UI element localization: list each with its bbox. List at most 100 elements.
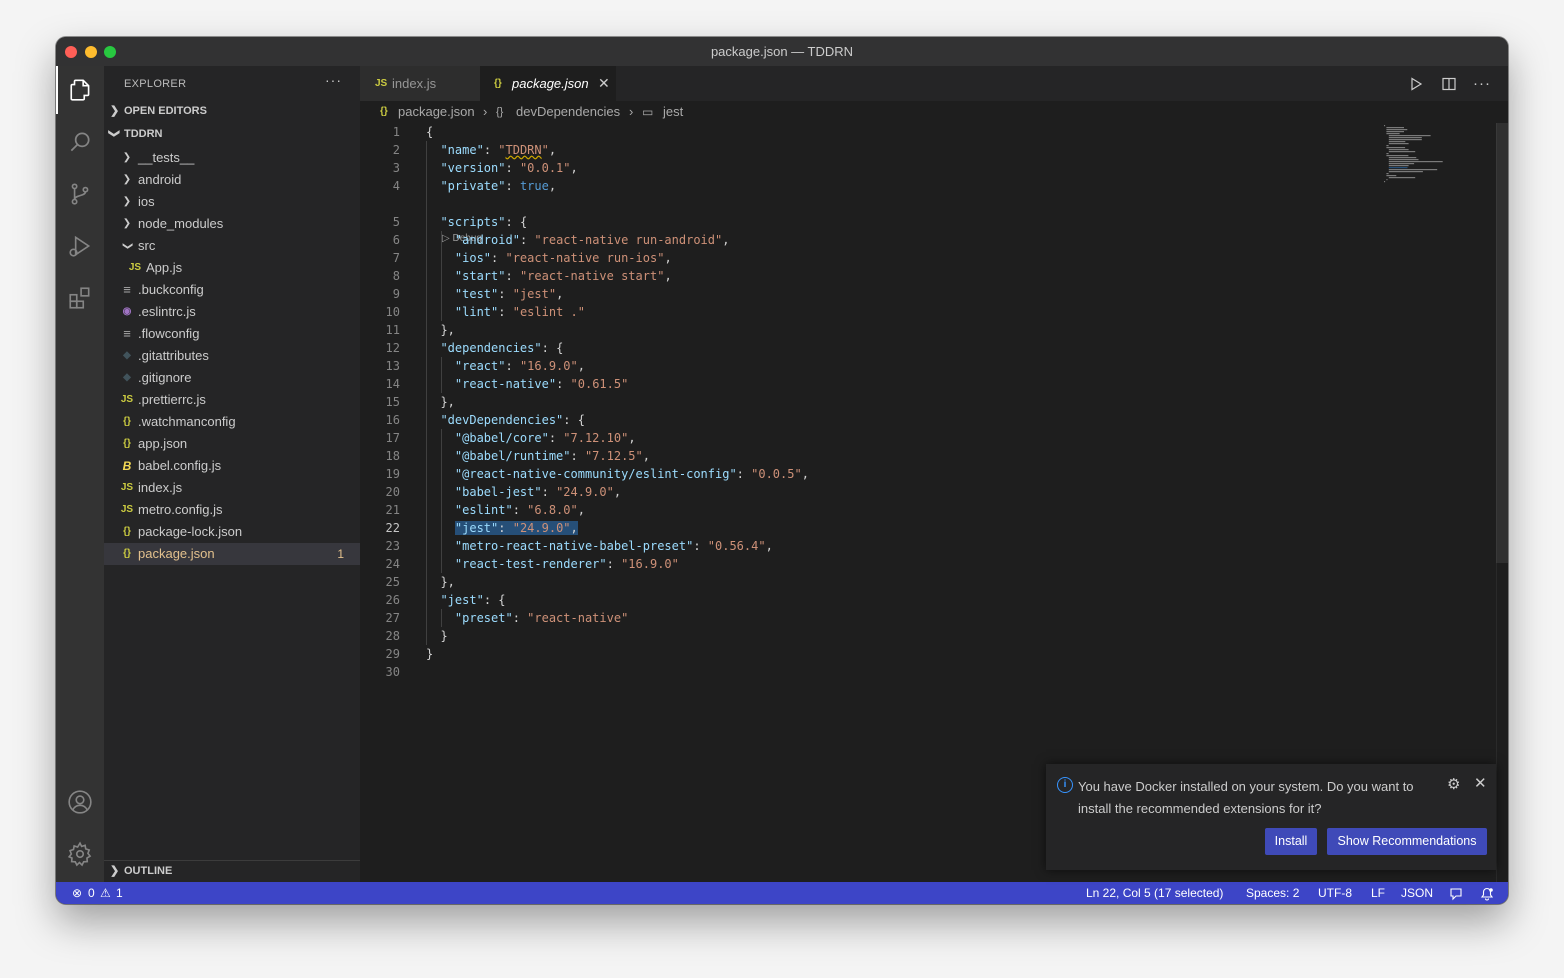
code-line[interactable]: }, bbox=[426, 321, 454, 339]
explorer-more-actions-icon[interactable]: ··· bbox=[325, 72, 342, 88]
code-line[interactable]: "ios": "react-native run-ios", bbox=[426, 249, 672, 267]
code-line[interactable]: "start": "react-native start", bbox=[426, 267, 672, 285]
code-line[interactable]: "devDependencies": { bbox=[426, 411, 585, 429]
language-mode[interactable]: JSON bbox=[1401, 882, 1433, 904]
tab-package-json[interactable]: {} package.json ✕ bbox=[480, 66, 616, 101]
code-line[interactable]: "jest": "24.9.0", bbox=[426, 519, 578, 537]
tree-item-gitattributes[interactable]: ◆ .gitattributes bbox=[104, 345, 360, 367]
more-actions-icon[interactable]: ··· bbox=[1473, 66, 1491, 101]
minimap-line bbox=[1386, 147, 1406, 149]
end-of-line[interactable]: LF bbox=[1371, 882, 1385, 904]
code-line[interactable]: } bbox=[426, 627, 447, 645]
minimap-line bbox=[1388, 165, 1409, 167]
breadcrumb-item-package-json[interactable]: package.json bbox=[398, 101, 475, 123]
code-line[interactable]: "name": "TDDRN", bbox=[426, 141, 556, 159]
encoding[interactable]: UTF-8 bbox=[1318, 882, 1352, 904]
code-line[interactable]: "preset": "react-native" bbox=[426, 609, 628, 627]
code-line[interactable]: "test": "jest", bbox=[426, 285, 563, 303]
close-tab-icon[interactable]: ✕ bbox=[598, 66, 610, 101]
tree-item-gitignore[interactable]: ◆ .gitignore bbox=[104, 367, 360, 389]
outline-section[interactable]: ❯ OUTLINE bbox=[104, 860, 360, 883]
breadcrumb-item-jest[interactable]: jest bbox=[663, 101, 683, 123]
source-control-icon[interactable] bbox=[56, 170, 104, 218]
notifications-bell-icon[interactable] bbox=[1480, 882, 1494, 904]
code-line[interactable]: "version": "0.0.1", bbox=[426, 159, 577, 177]
tab-index-js[interactable]: JS index.js bbox=[360, 66, 480, 101]
tree-item-flowconfig[interactable]: ≡ .flowconfig bbox=[104, 323, 360, 345]
code-line[interactable]: "eslint": "6.8.0", bbox=[426, 501, 585, 519]
code-line[interactable]: "@react-native-community/eslint-config":… bbox=[426, 465, 809, 483]
run-debug-icon[interactable] bbox=[56, 222, 104, 270]
chevron-right-icon: ❯ bbox=[122, 152, 132, 163]
run-icon[interactable] bbox=[1408, 66, 1424, 101]
notification-close-icon[interactable]: ✕ bbox=[1474, 774, 1487, 792]
chevron-right-icon: ❯ bbox=[122, 174, 132, 185]
vertical-scrollbar-thumb[interactable] bbox=[1496, 123, 1508, 563]
code-line[interactable]: }, bbox=[426, 393, 454, 411]
tree-item-prettierrc-js[interactable]: JS .prettierrc.js bbox=[104, 389, 360, 411]
tree-item-app-json[interactable]: {} app.json bbox=[104, 433, 360, 455]
tree-item-package-lock-json[interactable]: {} package-lock.json bbox=[104, 521, 360, 543]
code-line[interactable]: "android": "react-native run-android", bbox=[426, 231, 730, 249]
code-line[interactable]: "scripts": { bbox=[426, 213, 527, 231]
minimap-line bbox=[1388, 167, 1408, 169]
show-recommendations-button[interactable]: Show Recommendations bbox=[1327, 828, 1487, 855]
code-line[interactable]: "react": "16.9.0", bbox=[426, 357, 585, 375]
code-line[interactable]: "lint": "eslint ." bbox=[426, 303, 585, 321]
minimap-line bbox=[1384, 125, 1386, 127]
javascript-file-icon: JS bbox=[375, 78, 388, 89]
extensions-icon[interactable] bbox=[56, 274, 104, 322]
code-line[interactable]: } bbox=[426, 645, 433, 663]
tree-item-node-modules[interactable]: ❯ node_modules bbox=[104, 213, 360, 235]
install-button[interactable]: Install bbox=[1265, 828, 1317, 855]
manage-gear-icon[interactable] bbox=[56, 830, 104, 878]
minimap-line bbox=[1386, 155, 1409, 157]
code-line[interactable]: "metro-react-native-babel-preset": "0.56… bbox=[426, 537, 773, 555]
tree-item-eslintrc-js[interactable]: ◉ .eslintrc.js bbox=[104, 301, 360, 323]
open-editors-section[interactable]: ❯ OPEN EDITORS bbox=[104, 101, 360, 123]
git-file-icon: ◆ bbox=[123, 350, 131, 361]
warning-icon[interactable]: ⚠ bbox=[100, 882, 111, 904]
javascript-file-icon: JS bbox=[128, 262, 142, 273]
notification-settings-gear-icon[interactable]: ⚙ bbox=[1447, 775, 1460, 793]
eslint-file-icon: ◉ bbox=[122, 306, 132, 317]
tree-item-src[interactable]: ❯ src bbox=[104, 235, 360, 257]
feedback-icon[interactable] bbox=[1449, 882, 1463, 904]
code-line[interactable]: "jest": { bbox=[426, 591, 505, 609]
tree-item-index-js[interactable]: JS index.js bbox=[104, 477, 360, 499]
chevron-right-icon: › bbox=[629, 104, 634, 119]
code-line[interactable]: "private": true, bbox=[426, 177, 556, 195]
minimap[interactable] bbox=[1380, 123, 1496, 183]
tree-item-ios[interactable]: ❯ ios bbox=[104, 191, 360, 213]
code-line[interactable]: "react-test-renderer": "16.9.0" bbox=[426, 555, 679, 573]
code-line[interactable]: "@babel/runtime": "7.12.5", bbox=[426, 447, 650, 465]
tree-item-android[interactable]: ❯ android bbox=[104, 169, 360, 191]
tree-item-app-js[interactable]: JS App.js bbox=[104, 257, 360, 279]
split-editor-icon[interactable] bbox=[1441, 66, 1457, 101]
tree-item-metro-config-js[interactable]: JS metro.config.js bbox=[104, 499, 360, 521]
tree-item-package-json[interactable]: {} package.json 1 bbox=[104, 543, 360, 565]
code-line[interactable]: { bbox=[426, 123, 433, 141]
code-line[interactable]: "babel-jest": "24.9.0", bbox=[426, 483, 621, 501]
warning-count[interactable]: 1 bbox=[116, 882, 123, 904]
code-line[interactable]: }, bbox=[426, 573, 454, 591]
cursor-position[interactable]: Ln 22, Col 5 (17 selected) bbox=[1086, 882, 1223, 904]
tree-item-tests[interactable]: ❯ __tests__ bbox=[104, 147, 360, 169]
error-count[interactable]: 0 bbox=[88, 882, 95, 904]
breadcrumb-item-devdependencies[interactable]: devDependencies bbox=[516, 101, 620, 123]
error-icon[interactable]: ⊗ bbox=[72, 882, 82, 904]
project-section[interactable]: ❯ TDDRN bbox=[104, 124, 360, 146]
tree-item-babel-config-js[interactable]: Bbabel.config.js bbox=[104, 455, 360, 477]
code-line[interactable]: "@babel/core": "7.12.10", bbox=[426, 429, 636, 447]
tree-item-buckconfig[interactable]: ≡ .buckconfig bbox=[104, 279, 360, 301]
tree-item-watchmanconfig[interactable]: {} .watchmanconfig bbox=[104, 411, 360, 433]
code-line[interactable]: "dependencies": { bbox=[426, 339, 563, 357]
code-line[interactable]: "react-native": "0.61.5" bbox=[426, 375, 628, 393]
tree-item-label: .gitignore bbox=[138, 370, 192, 385]
tree-item-label: src bbox=[138, 238, 156, 253]
search-icon[interactable] bbox=[56, 118, 104, 166]
explorer-icon[interactable] bbox=[56, 66, 104, 114]
account-icon[interactable] bbox=[56, 778, 104, 826]
line-number: 3 bbox=[392, 161, 400, 175]
indentation[interactable]: Spaces: 2 bbox=[1246, 882, 1299, 904]
